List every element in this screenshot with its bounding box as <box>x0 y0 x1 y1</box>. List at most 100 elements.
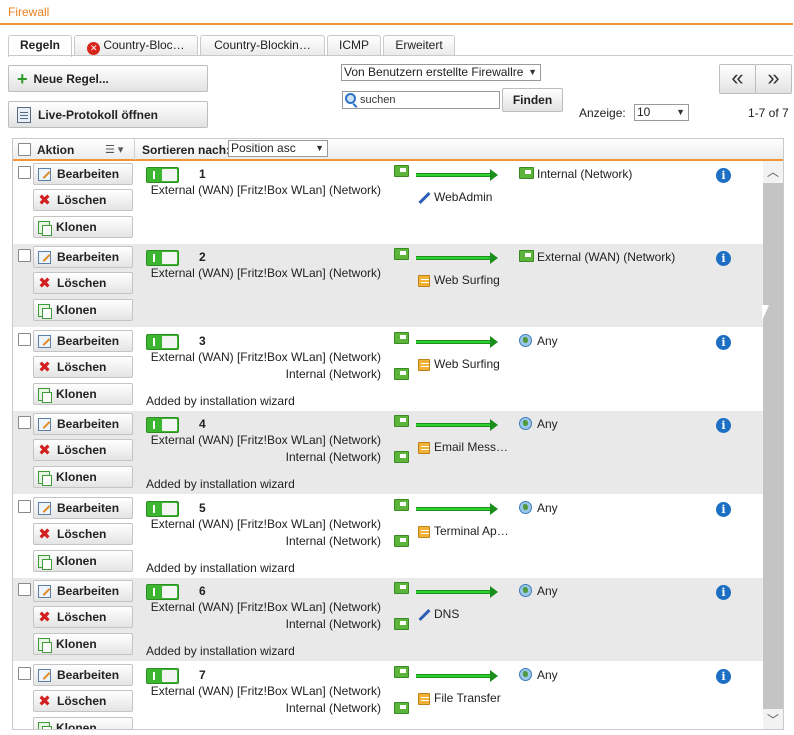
delete-button[interactable]: ✖ Löschen <box>33 439 133 461</box>
mouse-cursor-icon <box>762 305 769 321</box>
delete-button[interactable]: ✖ Löschen <box>33 356 133 378</box>
edit-label: Bearbeiten <box>57 334 120 348</box>
clone-icon <box>38 721 52 729</box>
clone-icon <box>38 554 52 570</box>
delete-button[interactable]: ✖ Löschen <box>33 189 133 211</box>
rule-service: WebAdmin <box>434 190 493 204</box>
clone-button[interactable]: Klonen <box>33 216 133 238</box>
row-checkbox[interactable] <box>18 166 31 179</box>
rule-enabled-toggle[interactable] <box>146 584 179 600</box>
sort-select[interactable]: Position asc ▼ <box>228 140 328 157</box>
row-checkbox[interactable] <box>18 583 31 596</box>
globe-icon <box>519 668 532 681</box>
info-icon[interactable]: i <box>716 168 731 183</box>
rule-service: Web Surfing <box>434 357 500 371</box>
info-icon[interactable]: i <box>716 585 731 600</box>
delete-button[interactable]: ✖ Löschen <box>33 523 133 545</box>
direction-arrow-icon <box>416 169 498 181</box>
tab-bar: Regeln ✕ Country-Bloc… Country-Blockin… I… <box>8 35 457 57</box>
edit-button[interactable]: Bearbeiten <box>33 413 133 435</box>
info-icon[interactable]: i <box>716 251 731 266</box>
direction-arrow-icon <box>416 419 498 431</box>
row-checkbox[interactable] <box>18 333 31 346</box>
edit-icon <box>38 501 51 515</box>
edit-icon <box>38 167 51 181</box>
edit-button[interactable]: Bearbeiten <box>33 246 133 268</box>
rule-enabled-toggle[interactable] <box>146 250 179 266</box>
row-checkbox[interactable] <box>18 500 31 513</box>
edit-button[interactable]: Bearbeiten <box>33 163 133 185</box>
info-icon[interactable]: i <box>716 669 731 684</box>
edit-button[interactable]: Bearbeiten <box>33 664 133 686</box>
delete-icon: ✖ <box>38 191 51 209</box>
delete-button[interactable]: ✖ Löschen <box>33 272 133 294</box>
row-checkbox[interactable] <box>18 416 31 429</box>
rule-enabled-toggle[interactable] <box>146 501 179 517</box>
tab-advanced[interactable]: Erweitert <box>383 35 455 56</box>
row-checkbox[interactable] <box>18 249 31 262</box>
clone-button[interactable]: Klonen <box>33 633 133 655</box>
info-icon[interactable]: i <box>716 418 731 433</box>
delete-button[interactable]: ✖ Löschen <box>33 690 133 712</box>
row-checkbox[interactable] <box>18 667 31 680</box>
info-icon[interactable]: i <box>716 335 731 350</box>
column-menu-icon[interactable]: ☰ ▾ <box>105 143 123 156</box>
edit-button[interactable]: Bearbeiten <box>33 497 133 519</box>
clone-button[interactable]: Klonen <box>33 383 133 405</box>
network-icon <box>394 165 409 177</box>
folder-icon <box>418 693 430 705</box>
live-log-button[interactable]: Live-Protokoll öffnen <box>8 101 208 128</box>
scrollbar[interactable]: ︿ ﹀ <box>763 161 783 729</box>
rules-grid: Aktion ☰ ▾ Sortieren nach: Position asc … <box>12 138 784 730</box>
edit-label: Bearbeiten <box>57 417 120 431</box>
network-icon <box>394 535 409 547</box>
next-page-button[interactable]: » <box>755 64 792 94</box>
rule-service: Web Surfing <box>434 273 500 287</box>
scroll-down-icon[interactable]: ﹀ <box>763 709 783 729</box>
delete-button[interactable]: ✖ Löschen <box>33 606 133 628</box>
delete-icon: ✖ <box>38 525 51 543</box>
rule-service: Email Mess… <box>434 440 509 454</box>
rule-enabled-toggle[interactable] <box>146 417 179 433</box>
edit-button[interactable]: Bearbeiten <box>33 580 133 602</box>
tab-rules[interactable]: Regeln <box>8 35 72 57</box>
grid-header: Aktion ☰ ▾ Sortieren nach: Position asc … <box>13 139 783 161</box>
rule-filter-select[interactable]: Von Benutzern erstellte Firewallre ▼ <box>341 64 541 81</box>
find-button[interactable]: Finden <box>502 88 563 112</box>
delete-label: Löschen <box>57 527 107 541</box>
rule-position: 1 <box>199 167 206 181</box>
clone-button[interactable]: Klonen <box>33 466 133 488</box>
select-all-checkbox[interactable] <box>18 143 31 156</box>
clone-button[interactable]: Klonen <box>33 299 133 321</box>
search-input[interactable]: suchen <box>342 91 500 109</box>
display-count-select[interactable]: 10 ▼ <box>634 104 689 121</box>
network-icon <box>394 451 409 463</box>
network-icon <box>394 332 409 344</box>
tab-icmp[interactable]: ICMP <box>327 35 381 56</box>
scroll-up-icon[interactable]: ︿ <box>763 161 783 183</box>
delete-icon: ✖ <box>38 692 51 710</box>
tab-country-blocking[interactable]: ✕ Country-Bloc… <box>74 35 198 56</box>
clone-button[interactable]: Klonen <box>33 717 133 730</box>
rule-enabled-toggle[interactable] <box>146 668 179 684</box>
info-icon[interactable]: i <box>716 502 731 517</box>
tab-country-blocking-exceptions[interactable]: Country-Blockin… <box>200 35 325 56</box>
network-icon <box>394 582 409 594</box>
clone-icon <box>38 220 52 236</box>
clone-icon <box>38 637 52 653</box>
new-rule-button[interactable]: + Neue Regel... <box>8 65 208 92</box>
title-divider <box>0 23 793 25</box>
prev-page-button[interactable]: « <box>719 64 756 94</box>
rule-position: 6 <box>199 584 206 598</box>
rule-enabled-toggle[interactable] <box>146 167 179 183</box>
edit-icon <box>38 584 51 598</box>
rule-enabled-toggle[interactable] <box>146 334 179 350</box>
delete-label: Löschen <box>57 610 107 624</box>
delete-label: Löschen <box>57 276 107 290</box>
clone-label: Klonen <box>56 721 97 730</box>
globe-icon <box>519 584 532 597</box>
edit-button[interactable]: Bearbeiten <box>33 330 133 352</box>
globe-icon <box>519 417 532 430</box>
clone-button[interactable]: Klonen <box>33 550 133 572</box>
rule-row: Bearbeiten ✖ Löschen Klonen 1 External (WAN) … <box>13 161 763 244</box>
